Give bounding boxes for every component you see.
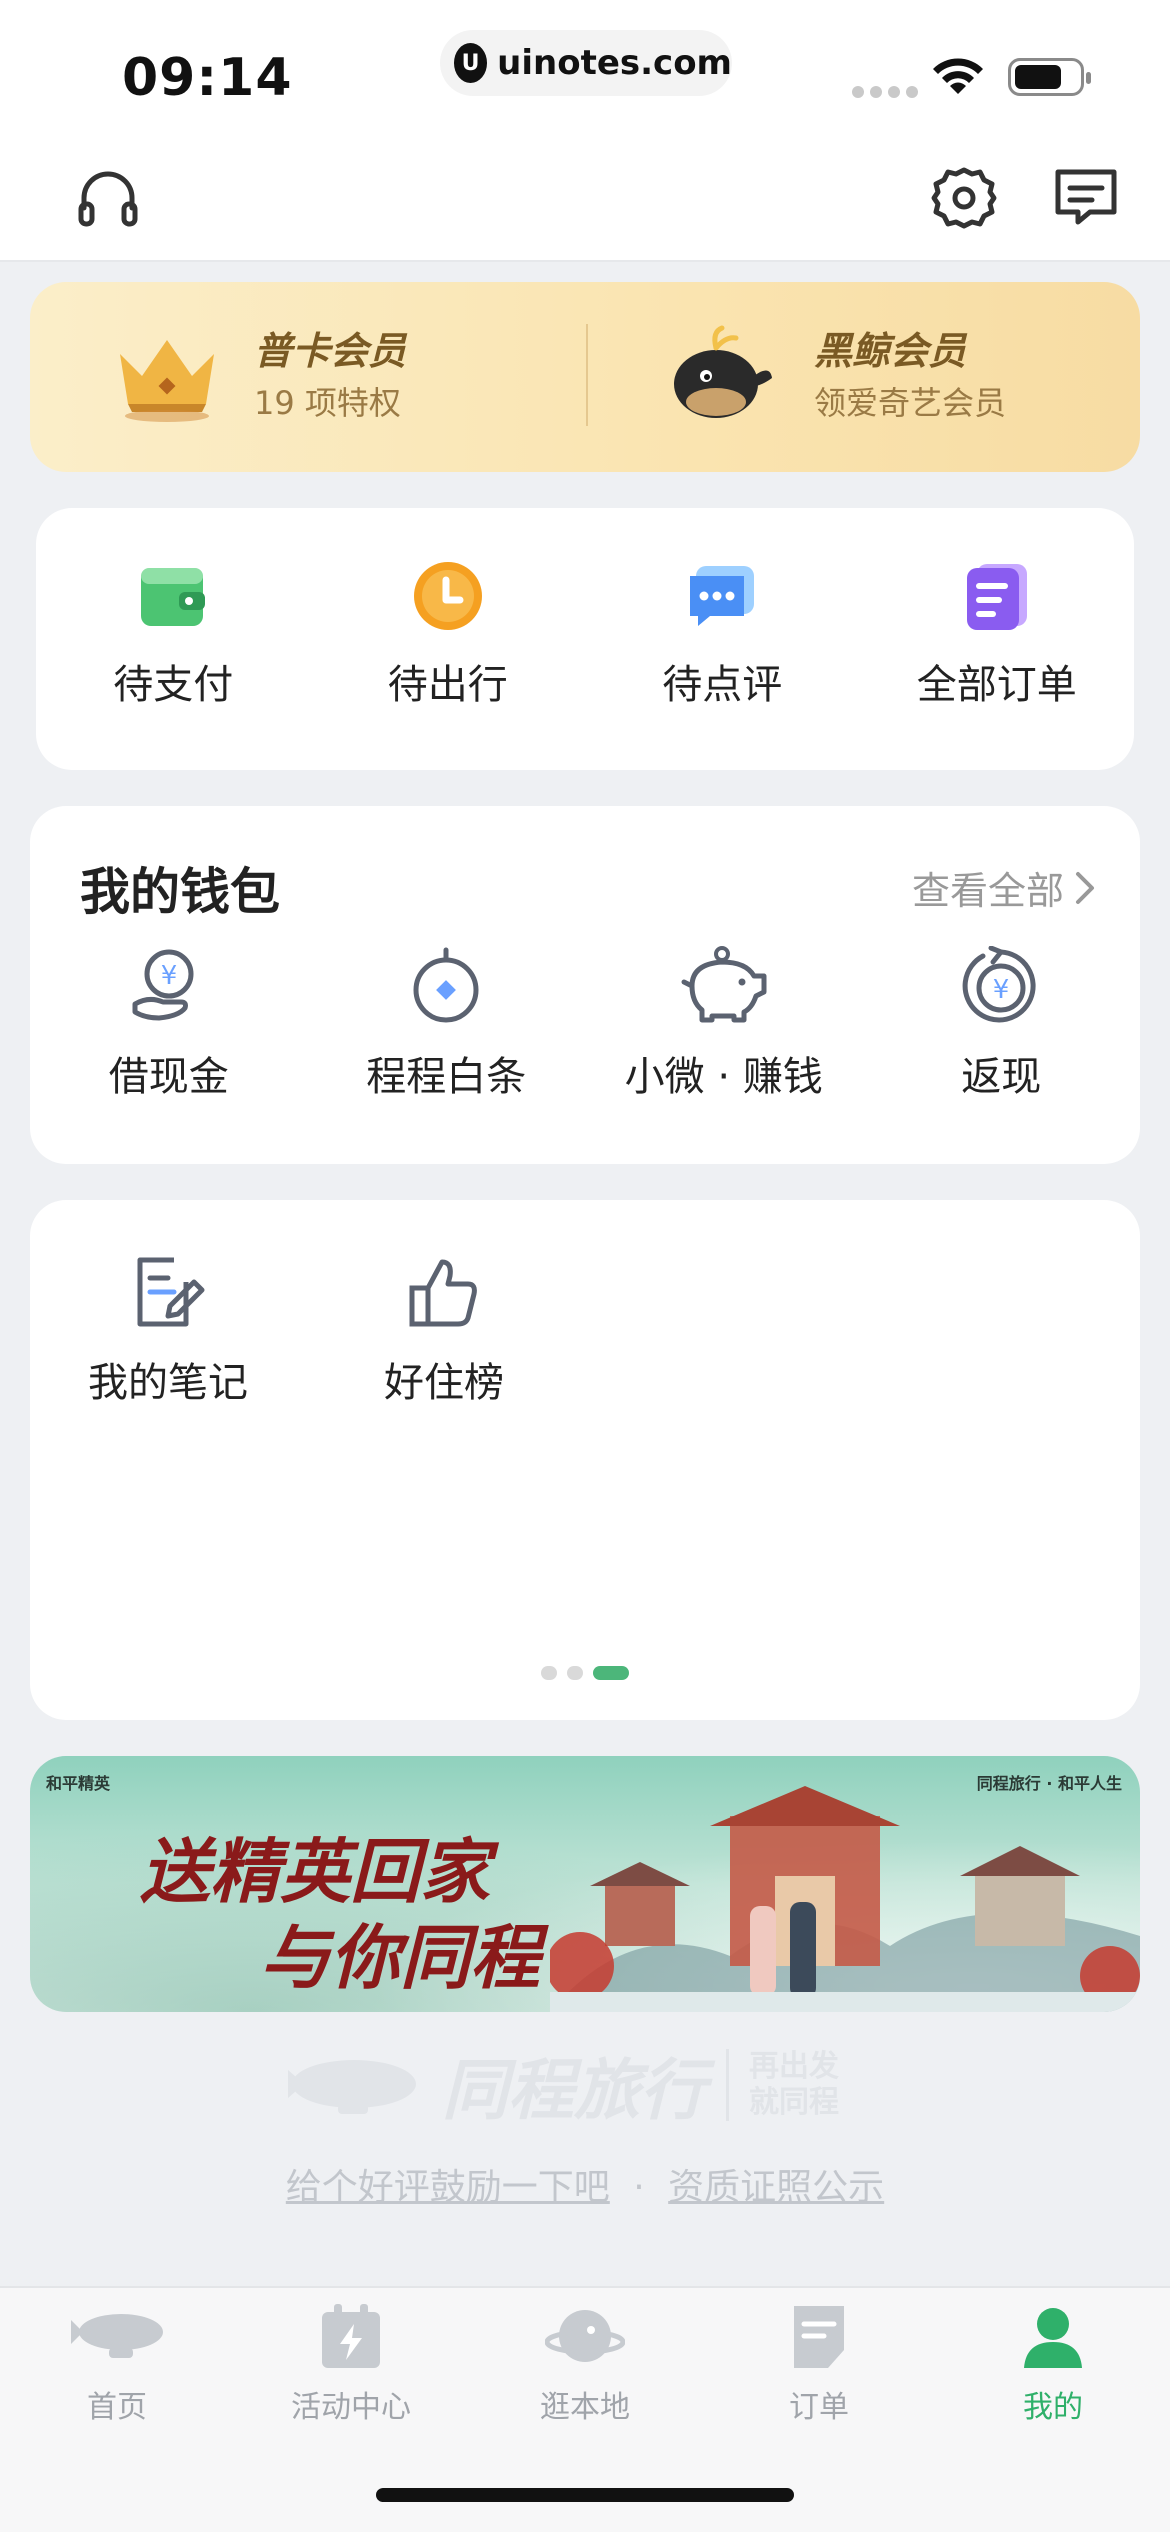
url-pill[interactable]: U uinotes.com [440,30,732,96]
wallet-label: 借现金 [108,1054,229,1100]
qualification-link[interactable]: 资质证照公示 [668,2167,884,2208]
view-all-label: 查看全部 [911,869,1064,913]
tab-activity-center[interactable]: 活动中心 [234,2302,468,2426]
tool-label: 我的笔记 [88,1360,248,1406]
promo-brand-left: 和平精英 [46,1774,111,1793]
tab-label: 我的 [1023,2390,1083,2425]
cashback-icon: ¥ [962,946,1036,1023]
url-text: uinotes.com [497,43,732,83]
cellular-signal-icon [852,86,918,98]
whale-icon [674,325,772,418]
order-pending-payment[interactable]: 待支付 [36,558,311,710]
membership-banner: 普卡会员 19 项特权 黑鲸会员 领爱奇艺会员 [30,282,1140,472]
tab-label: 逛本地 [540,2390,630,2425]
footer-logo: 同程旅行 再出发 就同程 [282,2040,902,2130]
calendar-bolt-icon [322,2304,380,2368]
coin-circle-icon [413,947,479,1023]
footer-brand: 同程旅行 [442,2052,706,2129]
order-pending-review[interactable]: 待点评 [585,558,860,710]
wallet-icon [141,568,206,626]
airship-logo-icon [288,2060,416,2114]
pager-dot [567,1666,583,1680]
order-label: 全部订单 [916,662,1077,708]
footer-links: 给个好评鼓励一下吧 · 资质证照公示 [0,2158,1170,2210]
wallet-card: 我的钱包 查看全部 ¥ 借现金 程程白条 小微 · 赚钱 ¥ 返现 [30,806,1140,1164]
gear-icon[interactable] [928,162,1000,234]
piggy-bank-icon [681,946,767,1023]
crown-icon [120,340,214,422]
document-icon [794,2306,844,2368]
membership-title: 普卡会员 [254,329,407,373]
footer-slogan: 再出发 就同程 [726,2049,839,2121]
message-icon[interactable] [1050,162,1122,234]
order-label: 待支付 [113,662,234,708]
chat-bubble-icon [690,566,755,626]
wallet-label: 小微 · 赚钱 [624,1054,823,1100]
tools-pager [30,1666,1140,1680]
rate-us-link[interactable]: 给个好评鼓励一下吧 [286,2167,610,2208]
membership-card-heijing[interactable]: 黑鲸会员 领爱奇艺会员 [586,282,1140,472]
wifi-icon [933,58,983,94]
airship-icon [71,2314,163,2358]
tool-good-stay-ranking[interactable]: 好住榜 [336,1252,552,1408]
thumbs-up-icon [409,1259,477,1327]
promo-headline-2: 与你同程 [260,1916,540,1999]
planet-icon [545,2310,625,2362]
battery-icon [1008,58,1091,96]
list-icon [966,564,1027,630]
tool-my-notes[interactable]: 我的笔记 [60,1252,276,1408]
svg-text:¥: ¥ [160,961,177,991]
top-bar: 09:14 U uinotes.com [0,0,1170,262]
order-upcoming-trip[interactable]: 待出行 [311,558,586,710]
membership-title: 黑鲸会员 [814,329,967,373]
membership-subtitle: 19 项特权 [254,384,401,422]
wallet-title: 我的钱包 [80,863,280,921]
tool-label: 好住榜 [384,1360,504,1406]
tab-label: 活动中心 [291,2390,411,2425]
status-time: 09:14 [122,48,293,108]
promo-banner[interactable]: 和平精英 同程旅行 · 和平人生 送精英回家 与你同程 [30,1756,1140,2012]
wallet-label: 程程白条 [366,1054,527,1100]
tab-mine[interactable]: 我的 [936,2302,1170,2426]
order-label: 待点评 [662,662,783,708]
tab-local[interactable]: 逛本地 [468,2302,702,2426]
footer-slogan-line: 就同程 [749,2085,839,2120]
site-logo-icon: U [454,43,488,83]
tools-card: 我的笔记 好住榜 [30,1200,1140,1720]
svg-text:¥: ¥ [993,975,1010,1005]
membership-subtitle: 领爱奇艺会员 [814,384,1007,422]
wallet-cashback[interactable]: ¥ 返现 [863,946,1141,1102]
footer-separator: · [633,2167,645,2208]
orders-card: 待支付 待出行 待点评 全部订单 [36,508,1134,770]
tab-label: 首页 [87,2390,147,2425]
note-edit-icon [137,1257,205,1327]
home-indicator[interactable] [376,2488,794,2502]
pager-dot-active [593,1666,629,1680]
wallet-label: 返现 [961,1054,1042,1100]
footer-slogan-line: 再出发 [749,2049,839,2084]
clock-icon [413,562,482,630]
wallet-xiaowei-earn[interactable]: 小微 · 赚钱 [585,946,863,1102]
wallet-borrow-cash[interactable]: ¥ 借现金 [30,946,308,1102]
pager-dot [541,1666,557,1680]
wallet-baitiao[interactable]: 程程白条 [308,946,586,1102]
order-all[interactable]: 全部订单 [860,558,1135,710]
person-icon [1024,2308,1082,2368]
hand-coin-icon: ¥ [132,949,194,1021]
tab-orders[interactable]: 订单 [702,2302,936,2426]
chevron-right-icon [1076,871,1094,904]
order-label: 待出行 [387,662,508,708]
view-all-link[interactable]: 查看全部 [912,860,1096,915]
headphones-icon[interactable] [72,162,144,234]
tab-home[interactable]: 首页 [0,2302,234,2426]
promo-illustration [550,1786,1140,2012]
tab-label: 订单 [789,2390,849,2425]
membership-card-puka[interactable]: 普卡会员 19 项特权 [30,282,586,472]
